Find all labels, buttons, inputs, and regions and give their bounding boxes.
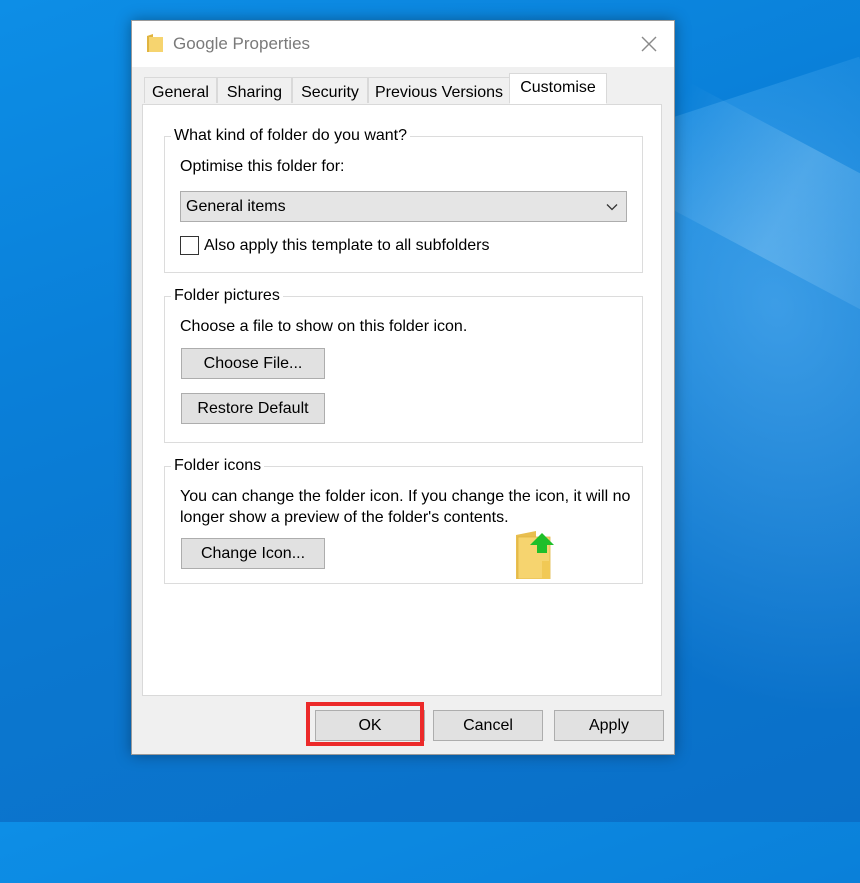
folder-icons-group-label: Folder icons: [171, 457, 265, 475]
choose-file-button[interactable]: Choose File...: [181, 348, 325, 379]
customise-panel: What kind of folder do you want? Optimis…: [142, 104, 662, 696]
folder-type-group: What kind of folder do you want? Optimis…: [164, 127, 643, 273]
tab-security[interactable]: Security: [292, 77, 368, 103]
folder-icons-group: Folder icons You can change the folder i…: [164, 457, 643, 584]
tab-previous-versions[interactable]: Previous Versions: [368, 77, 510, 103]
optimise-label: Optimise this folder for:: [180, 158, 345, 175]
window-title: Google Properties: [173, 34, 311, 53]
change-icon-button[interactable]: Change Icon...: [181, 538, 325, 569]
apply-subfolders-checkbox[interactable]: [180, 236, 199, 255]
chevron-down-icon: [606, 204, 618, 211]
optimise-dropdown[interactable]: General items: [180, 191, 627, 222]
optimise-dropdown-value: General items: [186, 198, 286, 215]
tab-customise[interactable]: Customise: [509, 73, 607, 104]
folder-icons-description-line2: longer show a preview of the folder's co…: [180, 509, 509, 526]
close-icon[interactable]: [636, 31, 662, 57]
folder-icon: [147, 34, 163, 52]
restore-default-button[interactable]: Restore Default: [181, 393, 325, 424]
folder-icons-description-line1: You can change the folder icon. If you c…: [180, 488, 631, 505]
folder-pictures-group: Folder pictures Choose a file to show on…: [164, 287, 643, 443]
cancel-button[interactable]: Cancel: [433, 710, 543, 741]
tab-general[interactable]: General: [144, 77, 217, 103]
apply-button[interactable]: Apply: [554, 710, 664, 741]
ok-button-highlight: [306, 702, 424, 746]
apply-subfolders-label[interactable]: Also apply this template to all subfolde…: [204, 237, 489, 255]
title-bar[interactable]: Google Properties: [132, 21, 674, 67]
folder-pictures-description: Choose a file to show on this folder ico…: [180, 318, 468, 335]
tab-sharing[interactable]: Sharing: [217, 77, 292, 103]
folder-type-group-label: What kind of folder do you want?: [171, 127, 411, 145]
properties-dialog: Google Properties General Sharing Securi…: [131, 20, 675, 755]
folder-with-arrow-icon: [516, 531, 554, 579]
folder-pictures-group-label: Folder pictures: [171, 287, 283, 305]
